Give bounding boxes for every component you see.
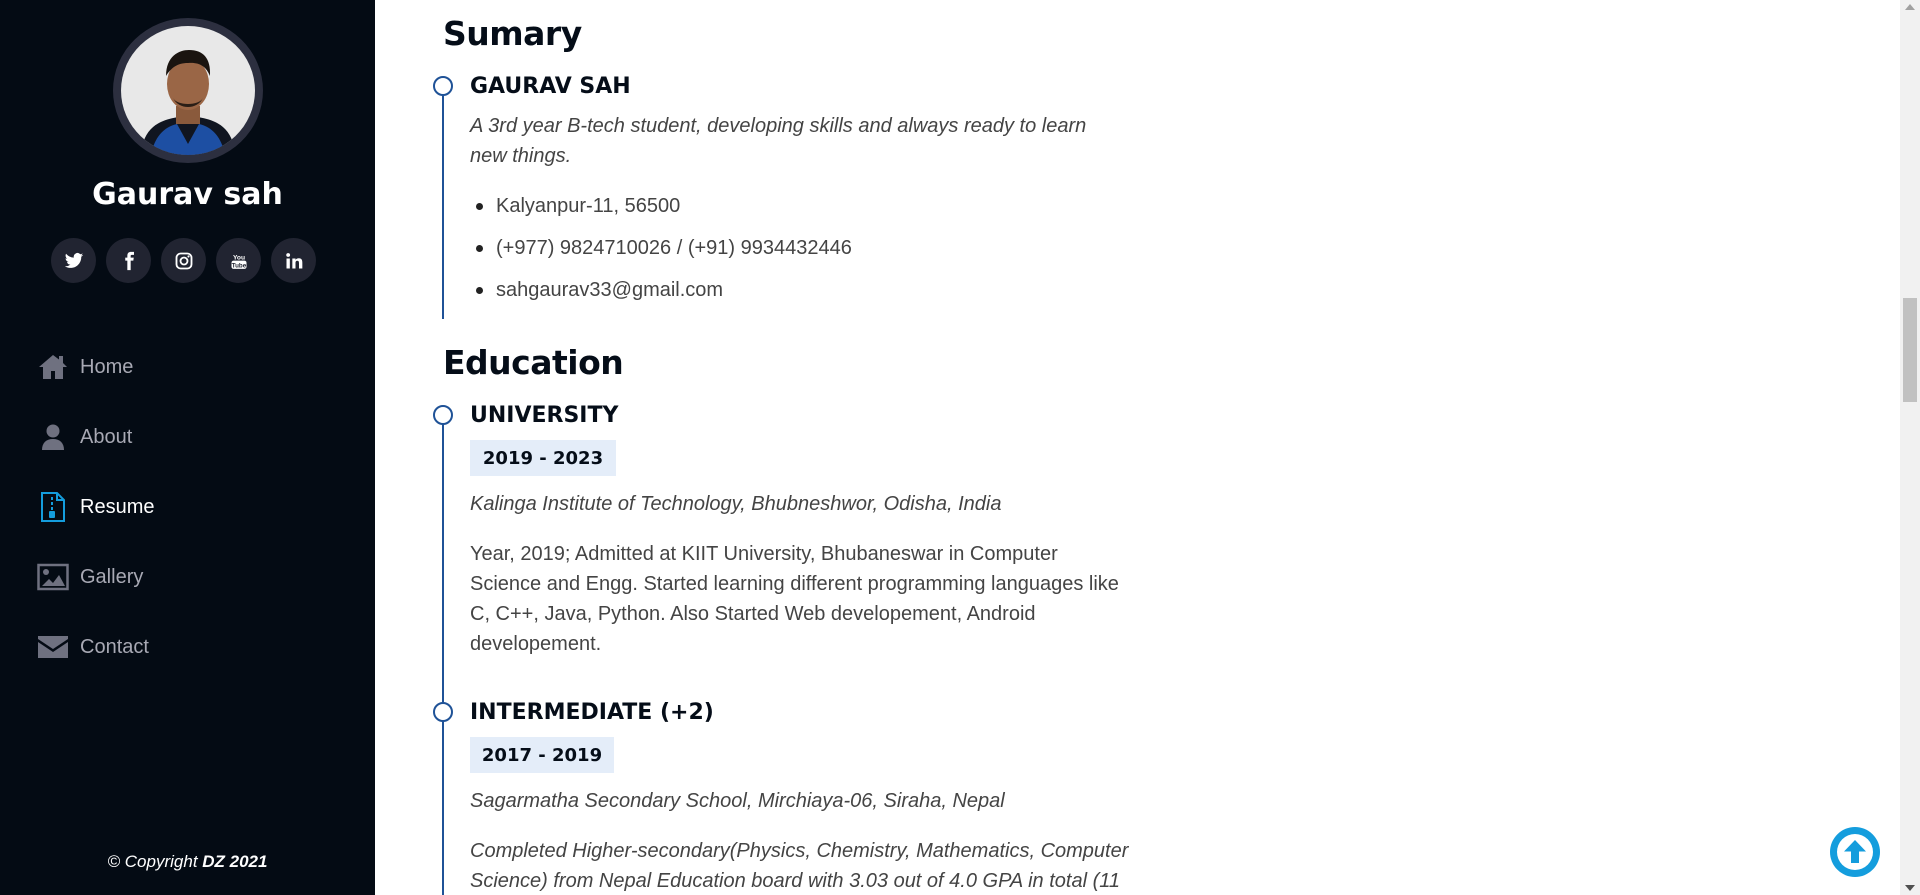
facebook-icon [124, 251, 134, 270]
nav-item-contact[interactable]: Contact [36, 612, 154, 682]
education-description: Completed Higher-secondary(Physics, Chem… [470, 840, 1129, 892]
education-title: INTERMEDIATE (+2) [470, 700, 714, 725]
year-badge: 2019 - 2023 [470, 440, 616, 476]
scroll-up-arrow-icon[interactable] [1905, 4, 1915, 10]
twitter-icon [64, 252, 83, 268]
list-item: (+977) 9824710026 / (+91) 9934432446 [470, 233, 852, 275]
social-links: You Tube [51, 238, 316, 283]
home-icon [36, 350, 70, 384]
nav-item-label: Gallery [80, 565, 144, 588]
instagram-icon [175, 252, 192, 269]
contact-list: Kalyanpur-11, 56500 (+977) 9824710026 / … [470, 191, 852, 317]
scrollbar[interactable] [1900, 0, 1920, 895]
user-icon [36, 420, 70, 454]
education-description: Year, 2019; Admitted at KIIT University,… [470, 543, 1119, 655]
nav-item-label: Resume [80, 495, 155, 518]
list-item: sahgaurav33@gmail.com [470, 275, 852, 317]
youtube-icon: YouTube [231, 254, 246, 269]
nav-item-label: Contact [80, 635, 149, 658]
summary-name: GAURAV SAH [470, 74, 631, 99]
nav-menu: Home About Resume Gallery Contact [36, 332, 154, 682]
nav-item-home[interactable]: Home [36, 332, 154, 402]
nav-item-label: About [80, 425, 133, 448]
nav-item-label: Home [80, 355, 134, 378]
scroll-down-arrow-icon[interactable] [1905, 885, 1915, 891]
avatar [113, 18, 263, 163]
svg-text:Tube: Tube [231, 262, 246, 269]
sidebar: Gaurav sah You Tube Home About Resume Ga… [0, 0, 375, 895]
nav-item-resume[interactable]: Resume [36, 472, 154, 542]
youtube-link[interactable]: You Tube [216, 238, 261, 283]
arrow-up-circle-icon [1837, 834, 1873, 870]
education-timeline [442, 415, 444, 895]
institution: Kalinga Institute of Technology, Bhubnes… [470, 493, 1002, 515]
envelope-icon [36, 630, 70, 664]
copyright-brand: DZ 2021 [202, 852, 268, 871]
profile-name: Gaurav sah [92, 177, 283, 212]
timeline-dot [433, 405, 453, 425]
institution: Sagarmatha Secondary School, Mirchiaya-0… [470, 790, 1005, 812]
timeline-dot [433, 76, 453, 96]
timeline-dot [433, 702, 453, 722]
list-item: Kalyanpur-11, 56500 [470, 191, 852, 233]
summary-tagline: A 3rd year B-tech student, developing sk… [470, 115, 1087, 167]
summary-heading: Sumary [443, 14, 582, 53]
linkedin-link[interactable] [271, 238, 316, 283]
education-title: UNIVERSITY [470, 403, 619, 428]
profile-photo [121, 26, 255, 155]
year-badge: 2017 - 2019 [470, 737, 614, 773]
copyright: © Copyright DZ 2021 [0, 852, 375, 872]
resume-content: Sumary GAURAV SAH A 3rd year B-tech stud… [375, 0, 1900, 895]
instagram-link[interactable] [161, 238, 206, 283]
education-heading: Education [443, 343, 624, 382]
facebook-link[interactable] [106, 238, 151, 283]
nav-item-gallery[interactable]: Gallery [36, 542, 154, 612]
svg-text:You: You [232, 254, 244, 261]
image-icon [36, 560, 70, 594]
nav-item-about[interactable]: About [36, 402, 154, 472]
summary-timeline [442, 86, 444, 319]
file-icon [36, 490, 70, 524]
back-to-top-button[interactable] [1830, 827, 1880, 877]
scroll-thumb[interactable] [1903, 298, 1917, 402]
linkedin-icon [285, 252, 302, 268]
copyright-prefix: © Copyright [107, 852, 203, 871]
twitter-link[interactable] [51, 238, 96, 283]
